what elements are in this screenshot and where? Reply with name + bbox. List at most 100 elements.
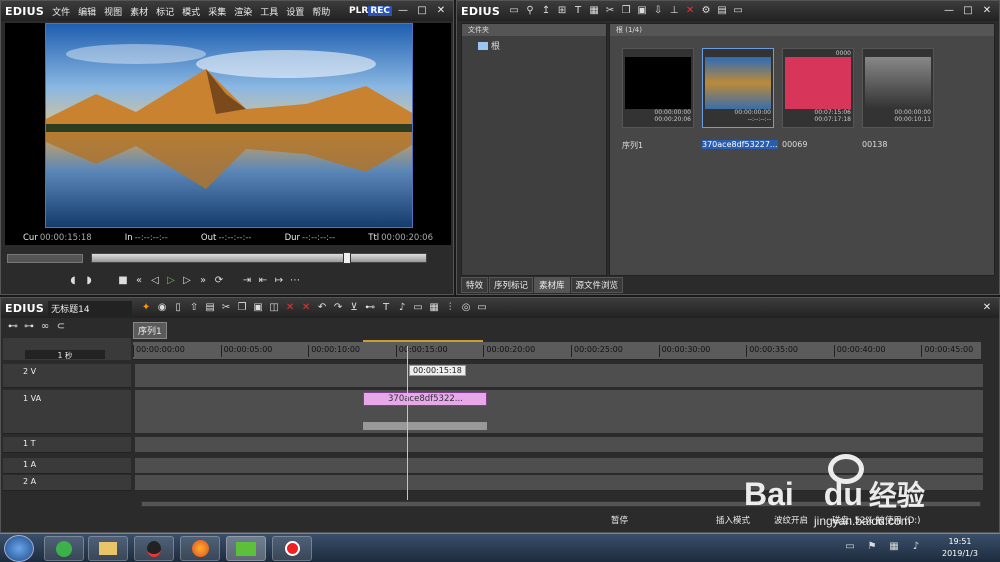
timeline-cursor[interactable] xyxy=(407,346,408,500)
open-icon[interactable]: ⇧ xyxy=(188,303,200,313)
clip-thumb-00069[interactable]: 0000 00:07:15:06 00:07:17:18 xyxy=(782,48,854,128)
track-lane-1t[interactable] xyxy=(135,437,983,453)
ripple-delete-icon[interactable]: ✕ xyxy=(300,303,312,313)
mixer-icon[interactable]: ⫶ xyxy=(444,303,456,313)
render-icon[interactable]: ▭ xyxy=(412,303,424,313)
bin-settings-icon[interactable]: ▭ xyxy=(732,6,744,16)
view-icon[interactable]: ▤ xyxy=(716,6,728,16)
fast-forward-icon[interactable]: » xyxy=(197,276,209,286)
maximize-button[interactable]: □ xyxy=(414,4,430,18)
grid-icon[interactable]: ▦ xyxy=(428,303,440,313)
title-icon[interactable]: T xyxy=(572,6,584,16)
tab-sequence-markers[interactable]: 序列标记 xyxy=(489,277,534,293)
title-icon[interactable]: T xyxy=(380,303,392,313)
bin-close-button[interactable]: ✕ xyxy=(979,4,995,18)
stop-icon[interactable]: ■ xyxy=(117,276,129,286)
settings-icon[interactable]: ⋯ xyxy=(289,276,301,286)
bin-minimize-button[interactable]: — xyxy=(941,4,957,18)
menu-item-4[interactable]: 标记 xyxy=(156,8,174,18)
copy-icon[interactable]: ❐ xyxy=(620,6,632,16)
track-lane-1va[interactable] xyxy=(135,390,983,434)
color-bar-icon[interactable]: ▦ xyxy=(588,6,600,16)
link-icon[interactable]: ⊷ xyxy=(364,303,376,313)
timescale-select[interactable]: 1 秒 xyxy=(25,350,105,360)
taskbar-app-qq[interactable] xyxy=(134,536,174,561)
voiceover-icon[interactable]: ♪ xyxy=(396,303,408,313)
position-handle[interactable] xyxy=(343,252,351,264)
copy-icon[interactable]: ❐ xyxy=(236,303,248,313)
taskbar-app-recorder[interactable] xyxy=(272,536,312,561)
start-button[interactable] xyxy=(4,535,34,562)
bin-maximize-button[interactable]: □ xyxy=(960,4,976,18)
menu-item-0[interactable]: 文件 xyxy=(52,8,70,18)
properties-icon[interactable]: ⚙ xyxy=(700,6,712,16)
undo-icon[interactable]: ↶ xyxy=(316,303,328,313)
position-slider[interactable] xyxy=(91,253,427,263)
taskbar-app-explorer[interactable] xyxy=(88,536,128,561)
track-header-1a[interactable]: 1 A xyxy=(3,458,131,474)
paste-icon[interactable]: ▣ xyxy=(252,303,264,313)
minimize-button[interactable]: — xyxy=(395,4,411,18)
track-mode-icon[interactable]: ⊶ xyxy=(23,322,35,332)
layout-icon[interactable]: ▭ xyxy=(476,303,488,313)
set-out-icon[interactable]: ◗ xyxy=(83,276,95,286)
insert-icon[interactable]: ⇥ xyxy=(241,276,253,286)
loop-icon[interactable]: ⟳ xyxy=(213,276,225,286)
search-icon[interactable]: ⚲ xyxy=(524,6,536,16)
taskbar-app-edius[interactable] xyxy=(226,536,266,561)
menu-item-9[interactable]: 设置 xyxy=(286,8,304,18)
taskbar-app-firefox[interactable] xyxy=(180,536,220,561)
shuttle-slider[interactable] xyxy=(7,254,83,263)
overwrite-icon[interactable]: ⇤ xyxy=(257,276,269,286)
cut-icon[interactable]: ✂ xyxy=(220,303,232,313)
tab-asset-library[interactable]: 素材库 xyxy=(534,277,570,293)
taskbar-app-360[interactable] xyxy=(44,536,84,561)
cut-icon[interactable]: ✂ xyxy=(604,6,616,16)
timeline-clip[interactable]: 370ace8df5322... xyxy=(363,392,487,406)
clock[interactable]: 19:51 2019/1/3 xyxy=(942,536,978,560)
plr-indicator[interactable]: PLR xyxy=(349,6,368,16)
link-mode-icon[interactable]: ∞ xyxy=(39,322,51,332)
menu-item-5[interactable]: 模式 xyxy=(182,8,200,18)
delete-icon[interactable]: ✕ xyxy=(684,6,696,16)
clip-thumb-image[interactable]: 00:00:00:00 --:--:--:-- xyxy=(702,48,774,128)
tab-effects[interactable]: 特效 xyxy=(461,277,489,293)
menu-item-1[interactable]: 编辑 xyxy=(78,8,96,18)
delete-icon[interactable]: ✕ xyxy=(284,303,296,313)
volume-icon[interactable]: ♪ xyxy=(910,542,922,552)
new-icon[interactable]: ▯ xyxy=(172,303,184,313)
network-icon[interactable]: ▦ xyxy=(888,542,900,552)
track-header-2v[interactable]: 2 V xyxy=(3,364,131,388)
track-header-2a[interactable]: 2 A xyxy=(3,475,131,491)
menu-item-2[interactable]: 视图 xyxy=(104,8,122,18)
set-in-icon[interactable]: ◖ xyxy=(67,276,79,286)
track-lane-2v[interactable] xyxy=(135,364,983,388)
close-button[interactable]: ✕ xyxy=(433,4,449,18)
menu-item-8[interactable]: 工具 xyxy=(260,8,278,18)
tab-source-browser[interactable]: 源文件浏览 xyxy=(570,277,624,293)
add-to-timeline-icon[interactable]: ⇩ xyxy=(652,6,664,16)
sync-icon[interactable]: ⊂ xyxy=(55,322,67,332)
play-icon[interactable]: ▷ xyxy=(165,276,177,286)
menu-item-3[interactable]: 素材 xyxy=(130,8,148,18)
snap-icon[interactable]: ⊻ xyxy=(348,303,360,313)
save-icon[interactable]: ▤ xyxy=(204,303,216,313)
track-add-icon[interactable]: ⊷ xyxy=(7,322,19,332)
step-forward-icon[interactable]: ▷ xyxy=(181,276,193,286)
step-back-icon[interactable]: ◁ xyxy=(149,276,161,286)
redo-icon[interactable]: ↷ xyxy=(332,303,344,313)
clip-thumb-00138[interactable]: 00:00:00:00 00:00:10:11 xyxy=(862,48,934,128)
folder-icon[interactable]: ▭ xyxy=(508,6,520,16)
keyboard-icon[interactable]: ▭ xyxy=(844,542,856,552)
time-ruler[interactable]: 00:00:00:00 00:00:05:00 00:00:10:00 00:00:1… xyxy=(133,342,981,360)
up-icon[interactable]: ↥ xyxy=(540,6,552,16)
flag-icon[interactable]: ⚑ xyxy=(866,542,878,552)
paste-icon[interactable]: ▣ xyxy=(636,6,648,16)
add-clip-icon[interactable]: ⊞ xyxy=(556,6,568,16)
mode-icon[interactable]: ✦ xyxy=(140,303,152,313)
menu-item-7[interactable]: 渲染 xyxy=(234,8,252,18)
capture-icon[interactable]: ◉ xyxy=(156,303,168,313)
sequence-tab[interactable]: 序列1 xyxy=(133,322,167,339)
track-header-1va[interactable]: 1 VA xyxy=(3,390,131,434)
track-header-1t[interactable]: 1 T xyxy=(3,437,131,453)
